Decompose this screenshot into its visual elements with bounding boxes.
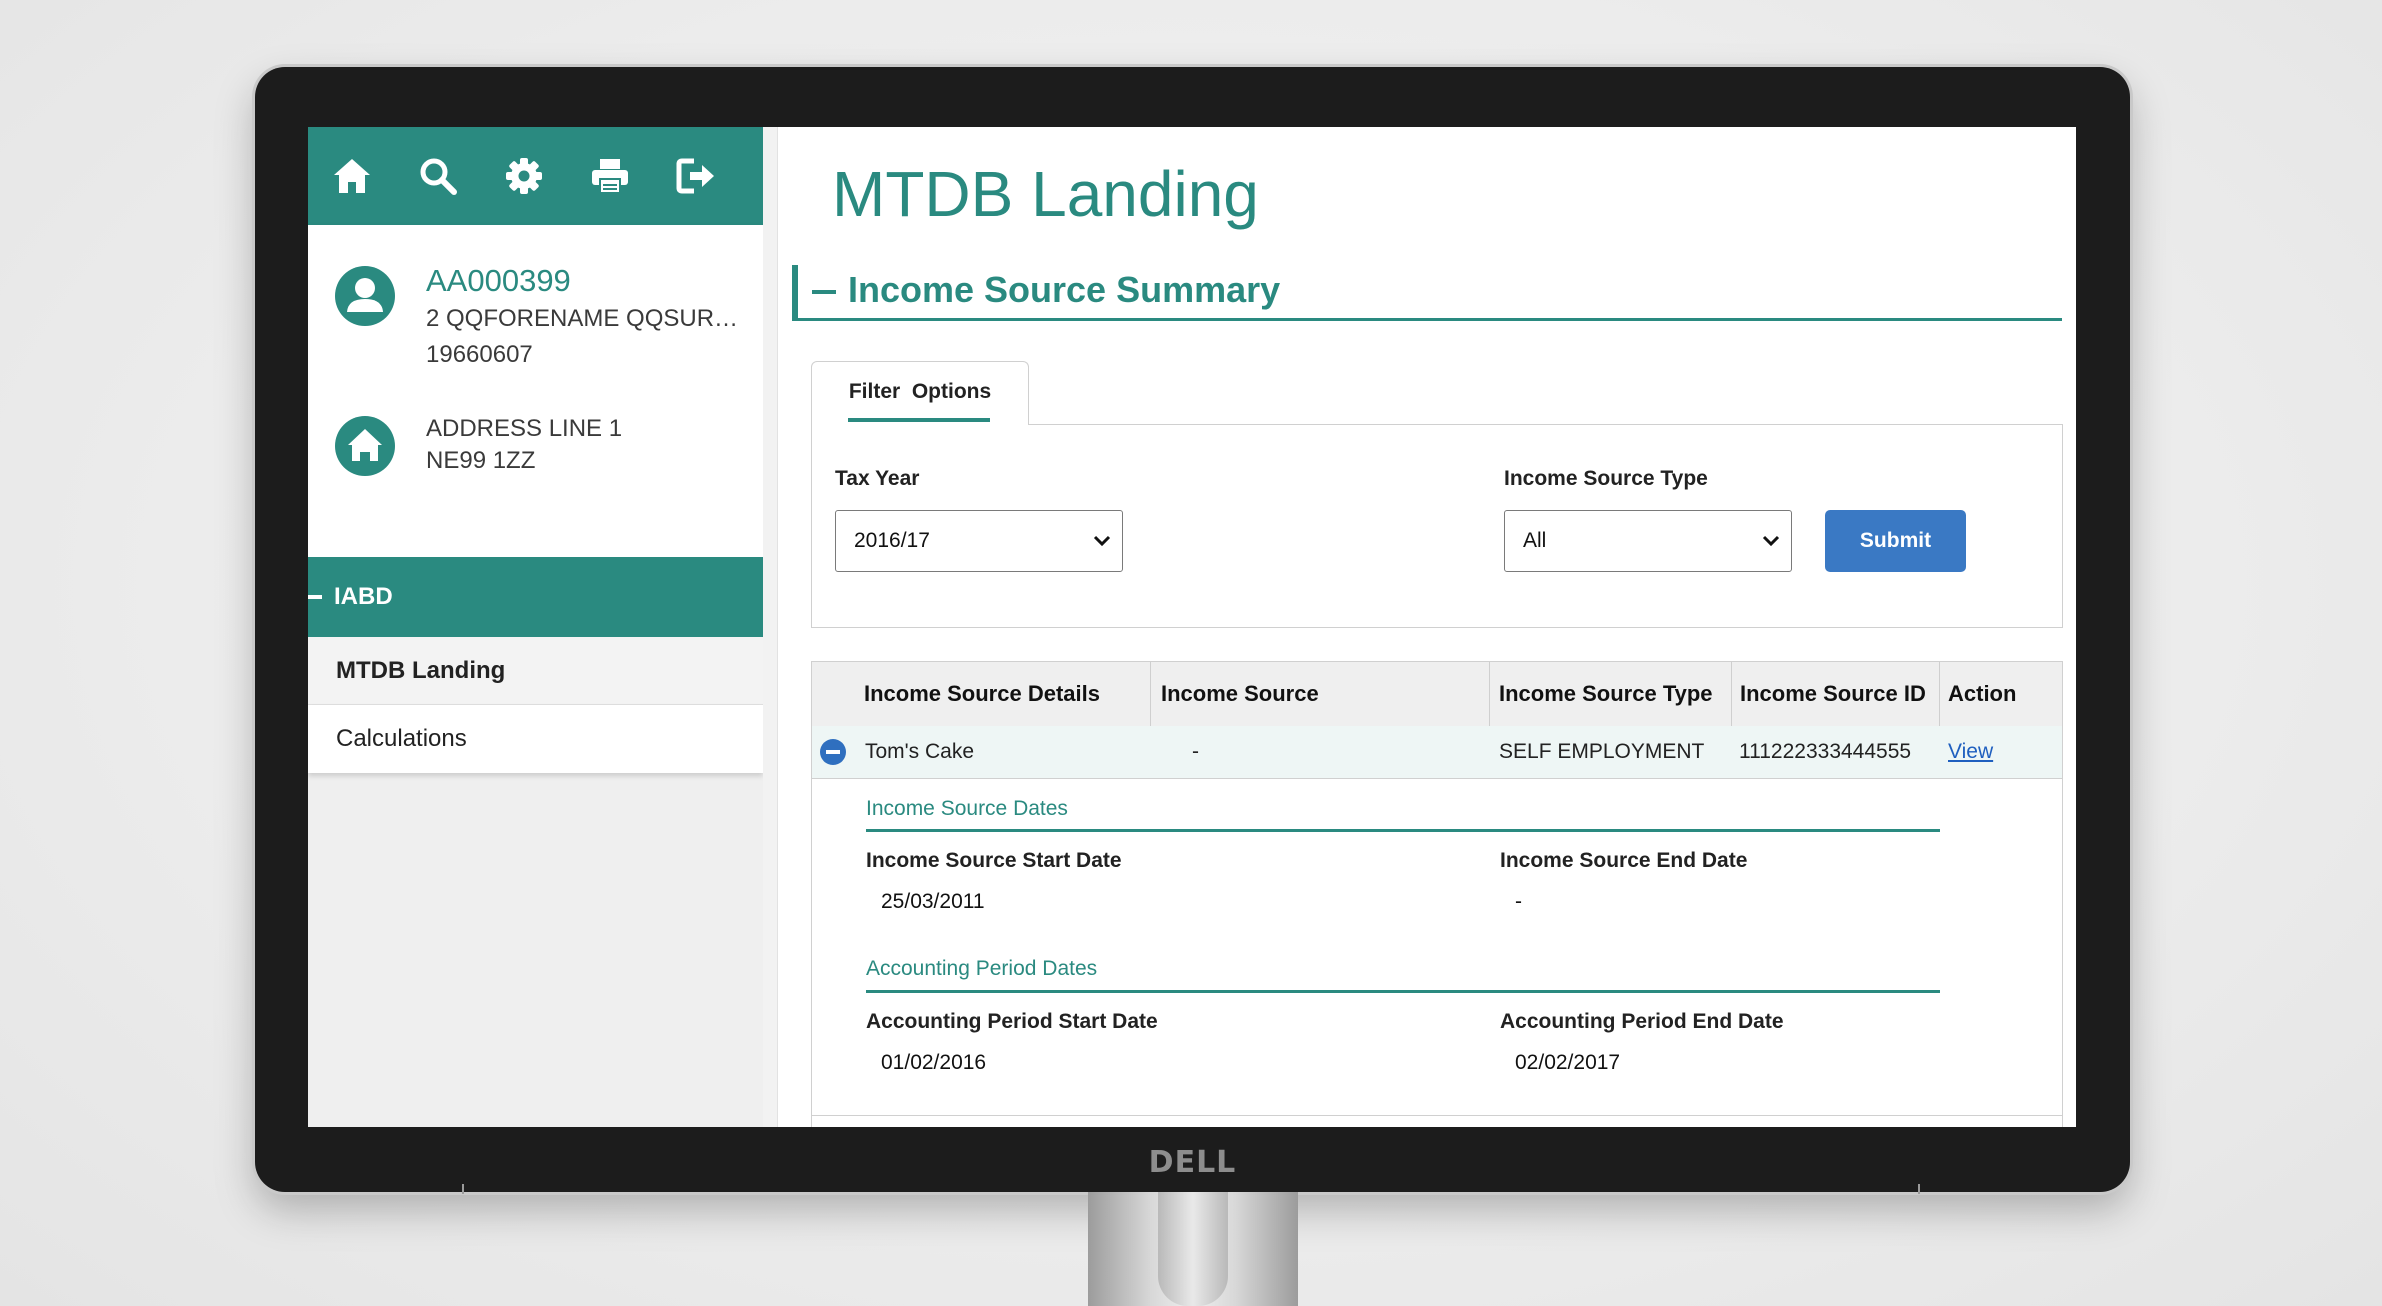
search-icon[interactable]	[416, 154, 460, 198]
monitor-frame: AA000399 2 QQFORENAME QQSURNAME 19660607…	[255, 67, 2130, 1192]
col-header-details: Income Source Details	[812, 662, 1151, 726]
stand-shadow-left	[462, 1184, 464, 1194]
stand-slot	[1158, 1192, 1228, 1306]
customer-id: AA000399	[426, 263, 571, 298]
income-source-dates-heading: Income Source Dates	[866, 797, 1068, 820]
tax-year-select[interactable]: 2016/17	[835, 510, 1123, 572]
sidebar-divider	[763, 127, 778, 1127]
section-header[interactable]: Income Source Summary	[792, 265, 2062, 321]
income-source-table: Income Source Details Income Source Inco…	[811, 661, 2063, 1127]
collapse-dash-icon	[812, 290, 836, 294]
customer-name: 2 QQFORENAME QQSURNAME	[426, 305, 741, 332]
printer-icon[interactable]	[588, 154, 632, 198]
heading-underline	[866, 990, 1940, 993]
acc-end-value: 02/02/2017	[1515, 1051, 1621, 1074]
acc-end-label: Accounting Period End Date	[1500, 1010, 1784, 1033]
nav-item-label: Calculations	[336, 725, 467, 752]
nav-item-mtdb-landing[interactable]: MTDB Landing	[308, 637, 763, 705]
screen: AA000399 2 QQFORENAME QQSURNAME 19660607…	[308, 127, 2076, 1127]
address-postcode: NE99 1ZZ	[426, 447, 536, 474]
nav-section-iabd[interactable]: IABD	[308, 557, 763, 637]
income-source-type-value: All	[1523, 529, 1547, 552]
start-date-value: 25/03/2011	[881, 890, 985, 913]
address-line-1: ADDRESS LINE 1	[426, 415, 623, 442]
tab-filter-options[interactable]: Filter Options	[811, 361, 1029, 425]
col-header-type: Income Source Type	[1490, 662, 1732, 726]
sidebar: AA000399 2 QQFORENAME QQSURNAME 19660607…	[308, 127, 763, 1127]
acc-start-value: 01/02/2016	[881, 1051, 987, 1074]
tab-label: Filter Options	[848, 380, 992, 403]
tax-year-value: 2016/17	[854, 529, 930, 552]
cell-source: -	[1192, 740, 1199, 763]
acc-start-label: Accounting Period Start Date	[866, 1010, 1158, 1033]
table-header: Income Source Details Income Source Inco…	[812, 662, 2062, 727]
cell-id: 111222333444555	[1739, 740, 1912, 763]
cell-details: Tom's Cake	[865, 740, 975, 763]
start-date-label: Income Source Start Date	[866, 849, 1122, 872]
main-content: MTDB Landing Income Source Summary Filte…	[778, 127, 2076, 1127]
logout-icon[interactable]	[674, 154, 718, 198]
customer-card: AA000399 2 QQFORENAME QQSURNAME 19660607…	[308, 225, 763, 564]
accounting-period-heading: Accounting Period Dates	[866, 957, 1098, 980]
col-header-id: Income Source ID	[1732, 662, 1940, 726]
collapse-row-icon[interactable]	[819, 738, 847, 766]
page-title: MTDB Landing	[832, 158, 1259, 230]
income-source-type-select[interactable]: All	[1504, 510, 1792, 572]
toolbar	[308, 127, 763, 225]
section-title: Income Source Summary	[848, 269, 1281, 310]
tax-year-label: Tax Year	[835, 467, 920, 490]
submit-button[interactable]: Submit	[1825, 510, 1966, 572]
gear-icon[interactable]	[502, 154, 546, 198]
nav-item-label: MTDB Landing	[336, 656, 506, 684]
chevron-down-icon	[1093, 535, 1111, 547]
cell-type: SELF EMPLOYMENT	[1499, 740, 1705, 763]
tab-active-underline	[848, 418, 990, 422]
row-divider	[812, 1115, 2062, 1116]
col-header-source: Income Source	[1151, 662, 1490, 726]
table-row: Tom's Cake - SELF EMPLOYMENT 11122233344…	[812, 726, 2062, 779]
view-link[interactable]: View	[1948, 740, 1993, 764]
address-house-icon	[334, 415, 396, 477]
end-date-value: -	[1515, 890, 1522, 913]
monitor-stand	[1088, 1192, 1298, 1306]
chevron-down-icon	[1762, 535, 1780, 547]
end-date-label: Income Source End Date	[1500, 849, 1748, 872]
dell-logo: DELL	[1148, 1145, 1237, 1180]
nav-item-calculations[interactable]: Calculations	[308, 705, 763, 773]
customer-dob: 19660607	[426, 341, 533, 368]
avatar-icon	[334, 265, 396, 327]
income-source-type-label: Income Source Type	[1504, 467, 1708, 490]
stand-shadow-right	[1918, 1184, 1920, 1194]
heading-underline	[866, 829, 1940, 832]
col-header-action: Action	[1948, 681, 2017, 706]
home-icon[interactable]	[330, 154, 374, 198]
nav-section-label: IABD	[334, 583, 393, 610]
collapse-dash-icon	[308, 595, 322, 599]
